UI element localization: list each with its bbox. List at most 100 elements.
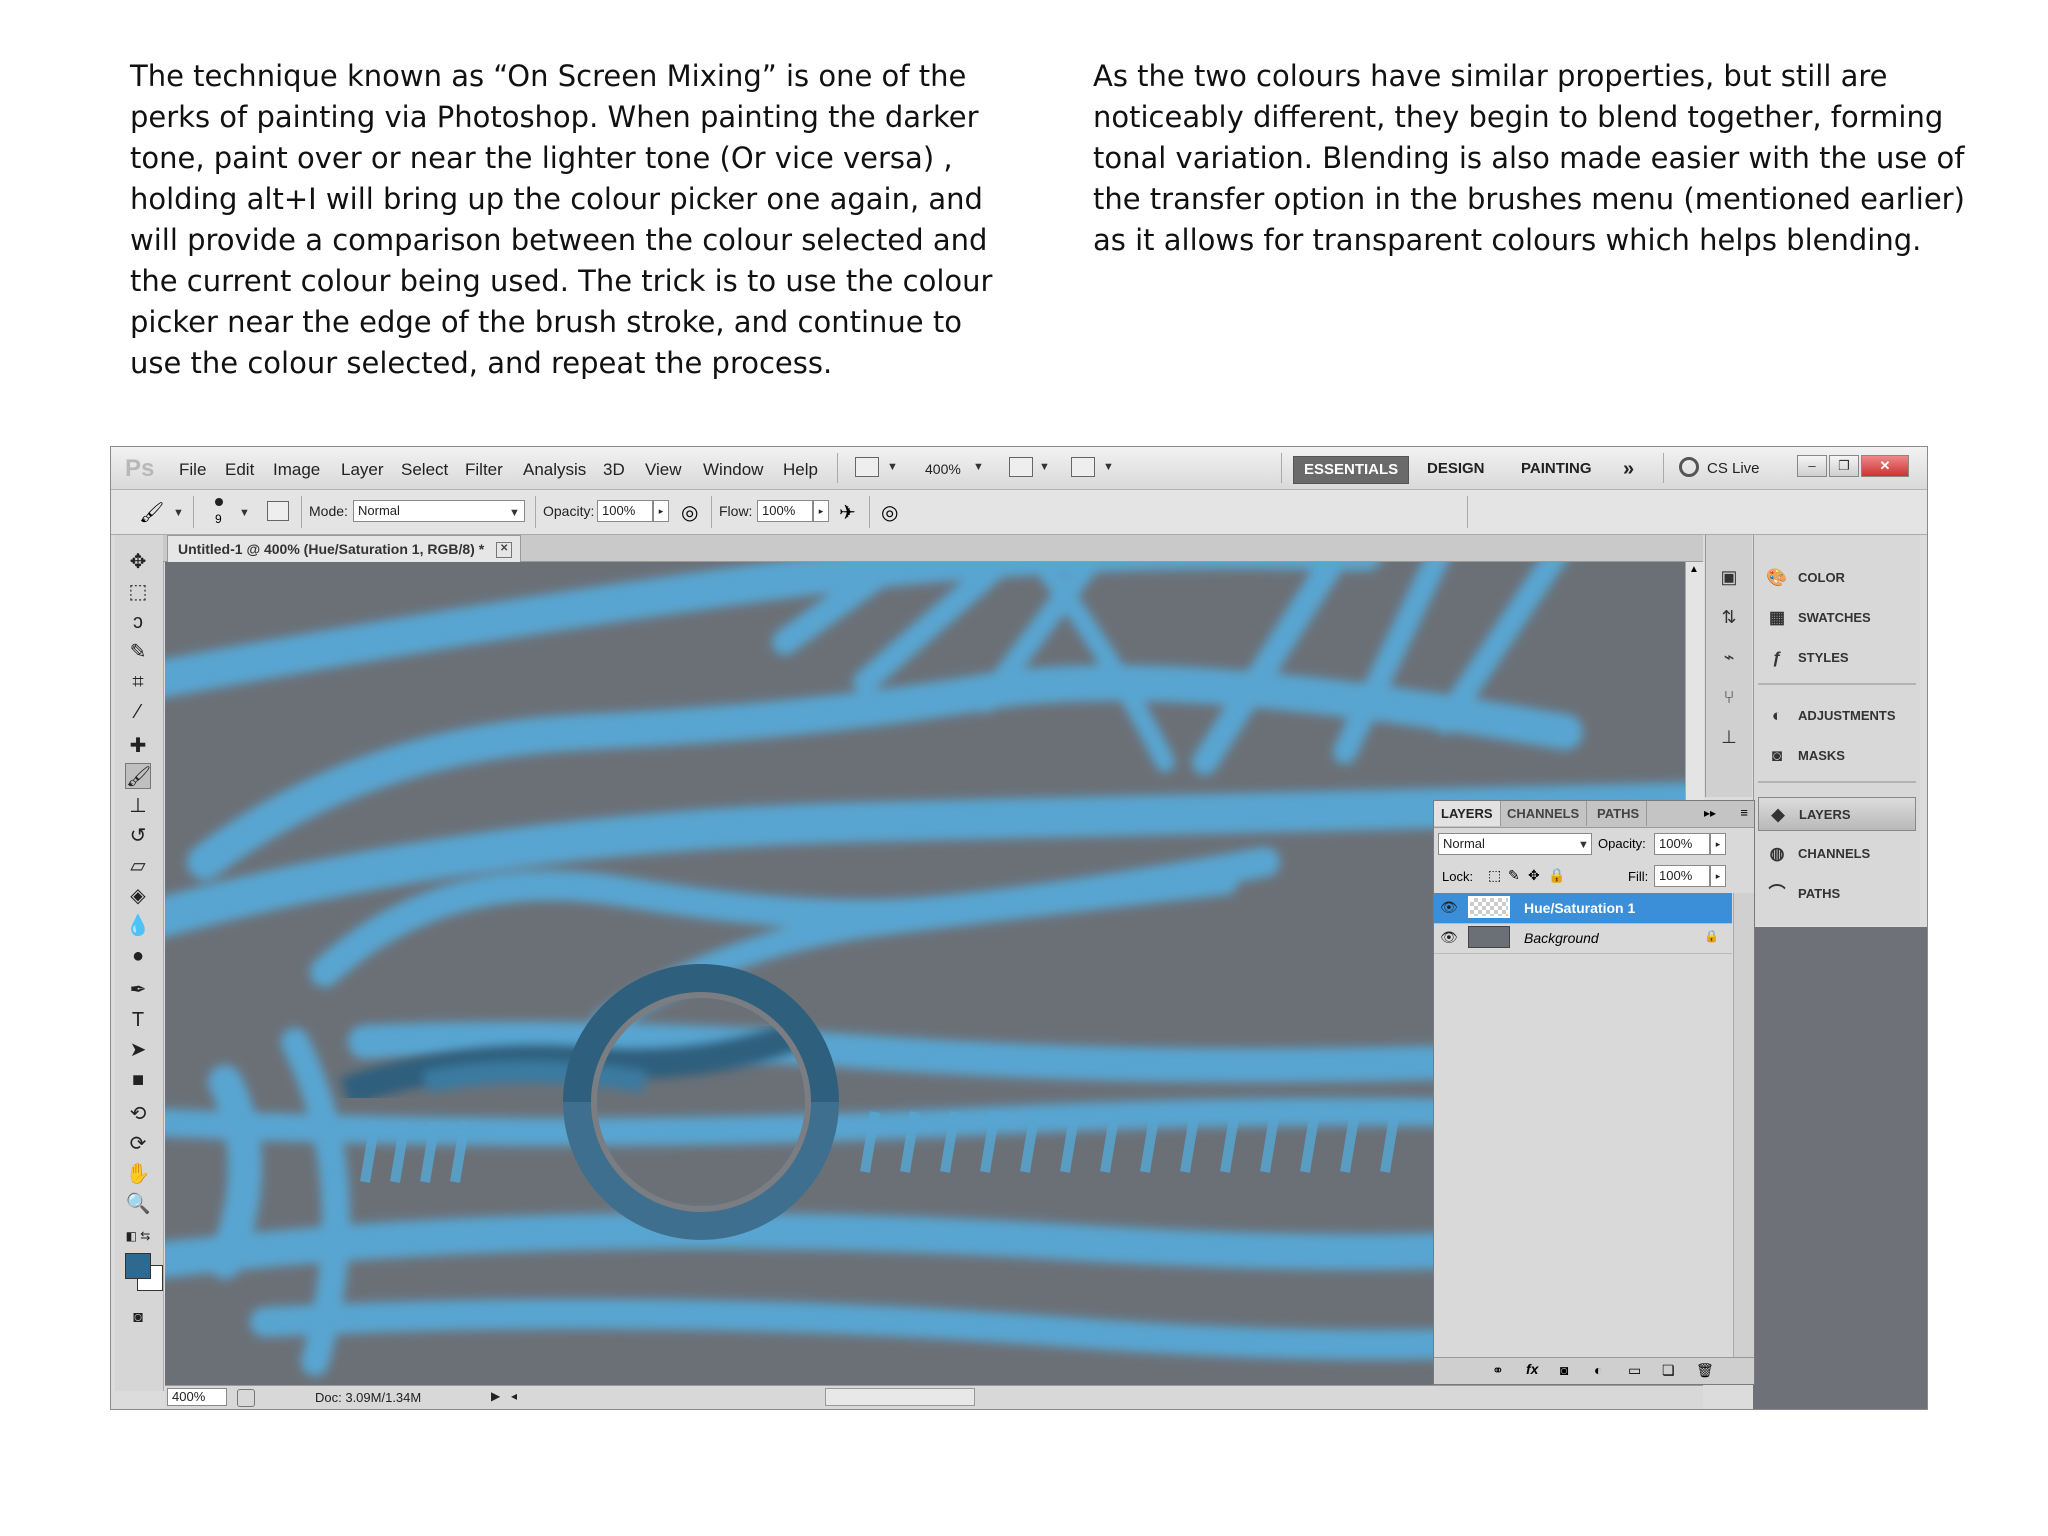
type-tool-icon[interactable]: T	[125, 1007, 151, 1033]
link-layers-icon[interactable]: ⚭	[1492, 1362, 1504, 1379]
menu-3d[interactable]: 3D	[603, 460, 625, 480]
opacity-field[interactable]: 100%	[597, 500, 653, 522]
flow-slider-arrow-icon[interactable]: ▸	[813, 500, 829, 522]
zoom-field[interactable]: 400%	[167, 1388, 227, 1406]
quick-mask-icon[interactable]: ◙	[125, 1305, 151, 1331]
panel-color[interactable]: 🎨 COLOR	[1758, 561, 1916, 595]
pen-tool-icon[interactable]: ✒	[125, 977, 151, 1003]
panel-menu-icon[interactable]: ≡	[1740, 805, 1748, 820]
menu-edit[interactable]: Edit	[225, 460, 254, 480]
tablet-pressure-size-icon[interactable]: ◎	[881, 500, 898, 525]
shape-tool-icon[interactable]: ■	[125, 1067, 151, 1093]
tab-layers[interactable]: LAYERS	[1434, 801, 1501, 826]
clone-stamp-tool-icon[interactable]: ⊥	[125, 793, 151, 819]
history-panel-icon[interactable]: ▣	[1716, 565, 1742, 589]
menu-select[interactable]: Select	[401, 460, 448, 480]
delete-layer-icon[interactable]: 🗑	[1696, 1362, 1714, 1379]
close-tab-icon[interactable]: ✕	[496, 542, 513, 558]
cs-live-icon[interactable]	[1679, 457, 1699, 477]
default-colors-icon[interactable]: ◧ ⇆	[125, 1223, 151, 1249]
minimize-button[interactable]: –	[1797, 455, 1827, 477]
layer-opacity-slider-arrow-icon[interactable]: ▸	[1710, 833, 1726, 855]
healing-brush-tool-icon[interactable]: ✚	[125, 733, 151, 759]
status-menu-arrow-icon[interactable]: ▶	[491, 1389, 500, 1403]
bridge-icon[interactable]	[855, 457, 879, 477]
tab-channels[interactable]: CHANNELS	[1500, 801, 1588, 826]
screen-mode-icon[interactable]	[1071, 457, 1095, 477]
mode-select[interactable]: Normal	[353, 500, 525, 522]
menu-view[interactable]: View	[645, 460, 682, 480]
blur-tool-icon[interactable]: 💧	[125, 913, 151, 939]
horizontal-scroll-thumb[interactable]	[825, 1388, 975, 1406]
foreground-color-swatch[interactable]	[125, 1253, 151, 1279]
new-adjustment-layer-icon[interactable]: ◐	[1594, 1362, 1602, 1378]
menu-layer[interactable]: Layer	[341, 460, 384, 480]
brush-preview-icon[interactable]	[215, 498, 223, 506]
brush-presets-panel-icon[interactable]: ⌁	[1716, 645, 1742, 669]
workspace-painting[interactable]: PAINTING	[1511, 456, 1602, 482]
new-group-icon[interactable]: ▭	[1628, 1362, 1641, 1379]
move-tool-icon[interactable]: ✥	[125, 549, 151, 575]
tab-paths[interactable]: PATHS	[1590, 801, 1648, 826]
3d-rotate-tool-icon[interactable]: ⟲	[125, 1101, 151, 1127]
workspace-design[interactable]: DESIGN	[1417, 456, 1495, 482]
lock-transparency-icon[interactable]: ⬚	[1488, 867, 1501, 884]
panel-styles[interactable]: ƒ STYLES	[1758, 641, 1916, 675]
airbrush-icon[interactable]: ✈	[839, 500, 856, 525]
dodge-tool-icon[interactable]: ●	[125, 943, 151, 969]
quick-selection-tool-icon[interactable]: ✎	[125, 639, 151, 665]
scroll-up-icon[interactable]: ▲	[1689, 564, 1699, 575]
3d-orbit-tool-icon[interactable]: ⟳	[125, 1131, 151, 1157]
menu-filter[interactable]: Filter	[465, 460, 503, 480]
panel-adjustments[interactable]: ◐ ADJUSTMENTS	[1758, 699, 1916, 733]
arrange-documents-icon[interactable]	[1009, 457, 1033, 477]
brush-tool-preset-icon[interactable]: 🖌	[139, 500, 164, 525]
add-mask-icon[interactable]: ◙	[1560, 1362, 1568, 1378]
panel-channels[interactable]: ◍ CHANNELS	[1758, 837, 1916, 871]
status-info-icon[interactable]	[237, 1389, 255, 1407]
layer-opacity-field[interactable]: 100%	[1654, 833, 1710, 855]
more-workspaces-button[interactable]: »	[1613, 456, 1644, 482]
close-button[interactable]: ✕	[1861, 455, 1909, 477]
visibility-eye-icon[interactable]: 👁	[1440, 929, 1458, 946]
actions-panel-icon[interactable]: ⇅	[1716, 605, 1742, 629]
restore-button[interactable]: ❐	[1829, 455, 1859, 477]
tablet-pressure-opacity-icon[interactable]: ◎	[681, 500, 698, 525]
menu-analysis[interactable]: Analysis	[523, 460, 586, 480]
document-tab[interactable]: Untitled-1 @ 400% (Hue/Saturation 1, RGB…	[167, 535, 522, 562]
panel-layers[interactable]: ◆ LAYERS	[1758, 797, 1916, 831]
brush-panel-icon[interactable]	[267, 501, 289, 521]
menu-help[interactable]: Help	[783, 460, 818, 480]
collapse-panel-icon[interactable]: ▸▸	[1704, 806, 1716, 820]
fill-slider-arrow-icon[interactable]: ▸	[1710, 865, 1726, 887]
menu-file[interactable]: File	[179, 460, 206, 480]
lasso-tool-icon[interactable]: ↄ	[125, 609, 151, 635]
panel-paths[interactable]: ⌒ PATHS	[1758, 877, 1916, 911]
marquee-tool-icon[interactable]: ⬚	[125, 579, 151, 605]
layers-scrollbar[interactable]	[1733, 893, 1754, 1359]
path-selection-tool-icon[interactable]: ➤	[125, 1037, 151, 1063]
opacity-slider-arrow-icon[interactable]: ▸	[653, 500, 669, 522]
visibility-eye-icon[interactable]: 👁	[1440, 899, 1458, 916]
history-brush-tool-icon[interactable]: ↺	[125, 823, 151, 849]
brush-tool-icon[interactable]: 🖌	[125, 763, 151, 789]
zoom-tool-icon[interactable]: 🔍	[125, 1191, 151, 1217]
workspace-essentials[interactable]: ESSENTIALS	[1293, 456, 1410, 484]
lock-position-icon[interactable]: ✥	[1528, 867, 1540, 884]
panel-swatches[interactable]: ▦ SWATCHES	[1758, 601, 1916, 635]
lock-all-icon[interactable]: 🔒	[1548, 867, 1565, 884]
paint-bucket-tool-icon[interactable]: ◈	[125, 883, 151, 909]
clone-source-panel-icon[interactable]: ⑂	[1716, 685, 1742, 709]
eraser-tool-icon[interactable]: ▱	[125, 853, 151, 879]
cs-live-menu[interactable]: CS Live	[1707, 460, 1760, 477]
new-layer-icon[interactable]: ❏	[1662, 1362, 1675, 1379]
menu-image[interactable]: Image	[273, 460, 320, 480]
panel-masks[interactable]: ◙ MASKS	[1758, 739, 1916, 773]
tool-presets-panel-icon[interactable]: ⊥	[1716, 725, 1742, 749]
layer-row-hue-saturation[interactable]: 👁 Hue/Saturation 1	[1434, 893, 1732, 924]
scroll-left-icon[interactable]: ◂	[511, 1389, 517, 1403]
hand-tool-icon[interactable]: ✋	[125, 1161, 151, 1187]
lock-image-icon[interactable]: ✎	[1508, 867, 1520, 884]
zoom-level-menu[interactable]: 400%	[925, 461, 961, 477]
crop-tool-icon[interactable]: ⌗	[125, 669, 151, 695]
